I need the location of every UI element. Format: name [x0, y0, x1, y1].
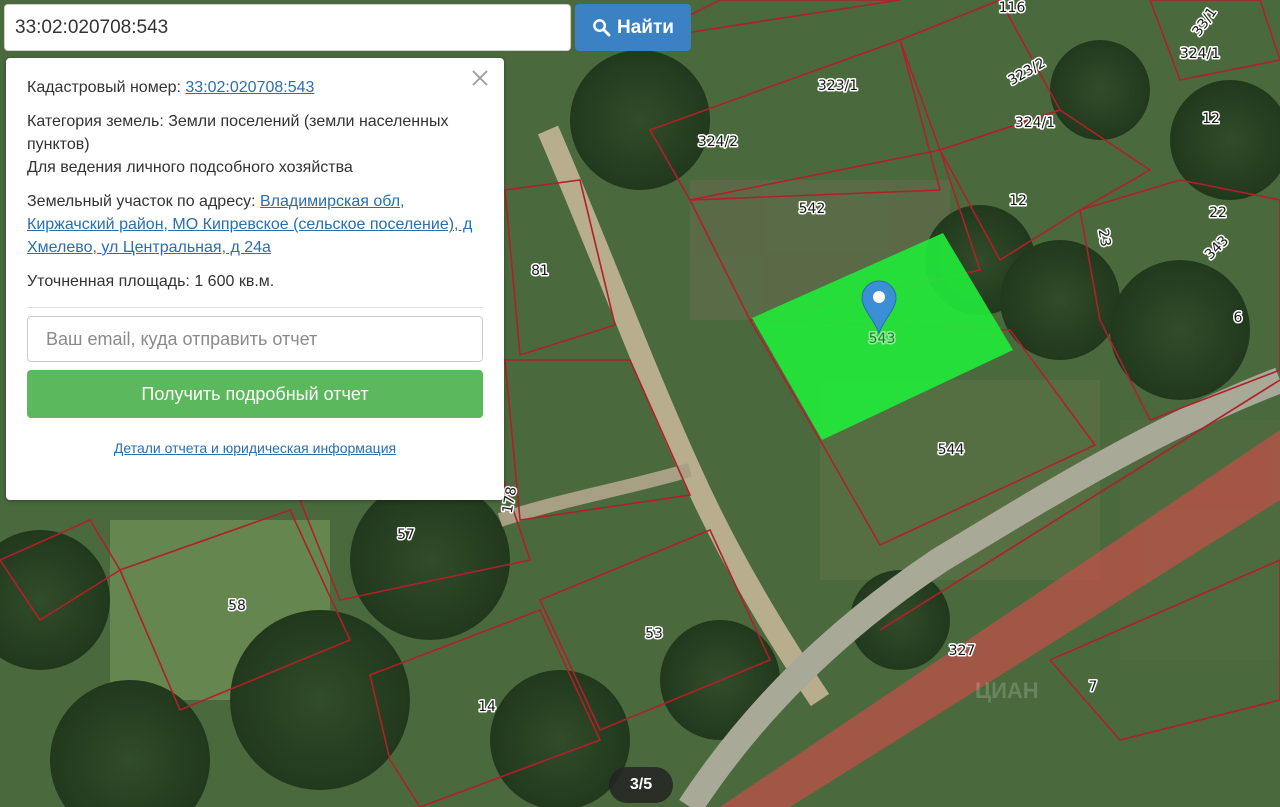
email-input[interactable] [27, 316, 483, 362]
report-details-link[interactable]: Детали отчета и юридическая информация [27, 437, 483, 460]
plot-label: 327 [949, 643, 976, 659]
cadastral-row: Кадастровый номер: 33:02:020708:543 [27, 76, 483, 99]
plot-label: 57 [397, 527, 415, 543]
search-input[interactable] [4, 4, 571, 51]
plot-label: 58 [228, 598, 246, 614]
plot-label: 324/1 [1015, 115, 1055, 131]
image-pager: 3/5 [609, 767, 673, 803]
get-report-button[interactable]: Получить подробный отчет [27, 370, 483, 418]
plot-label: 542 [799, 201, 826, 217]
area-row: Уточненная площадь: 1 600 кв.м. [27, 270, 483, 293]
plot-label: 12 [1009, 193, 1027, 209]
plot-label: 543 [869, 331, 896, 347]
plot-label: 324/2 [698, 134, 738, 150]
plot-label: 81 [531, 263, 549, 279]
plot-label: 324/1 [1180, 46, 1220, 62]
cadastral-label: Кадастровый номер: [27, 79, 181, 96]
plot-label: 53 [645, 626, 663, 642]
plot-label: 116 [999, 0, 1026, 16]
plot-label: 23 [1095, 228, 1114, 248]
plot-label: 22 [1209, 205, 1227, 221]
usage-value: Для ведения личного подсобного хозяйства [27, 159, 353, 176]
area-label: Уточненная площадь: [27, 273, 190, 290]
area-value: 1 600 кв.м. [194, 273, 275, 290]
plot-label: 323/1 [818, 78, 858, 94]
category-row: Категория земель: Земли поселений (земли… [27, 110, 483, 179]
plot-label: 6 [1234, 310, 1243, 326]
search-button-label: Найти [617, 16, 674, 38]
watermark: ЦИАН [975, 678, 1039, 703]
divider [27, 307, 483, 308]
parcel-info-popup: Кадастровый номер: 33:02:020708:543 Кате… [6, 58, 504, 500]
plot-label: 14 [478, 699, 496, 715]
close-icon[interactable] [470, 68, 490, 88]
plot-label: 12 [1202, 111, 1220, 127]
plot-label: 7 [1089, 679, 1098, 695]
search-button[interactable]: Найти [575, 4, 691, 51]
cadastral-number-link[interactable]: 33:02:020708:543 [185, 79, 314, 96]
address-label: Земельный участок по адресу: [27, 193, 256, 210]
search-icon [593, 19, 611, 37]
plot-label: 544 [938, 442, 965, 458]
category-label: Категория земель: [27, 113, 164, 130]
address-row: Земельный участок по адресу: Владимирска… [27, 190, 483, 259]
